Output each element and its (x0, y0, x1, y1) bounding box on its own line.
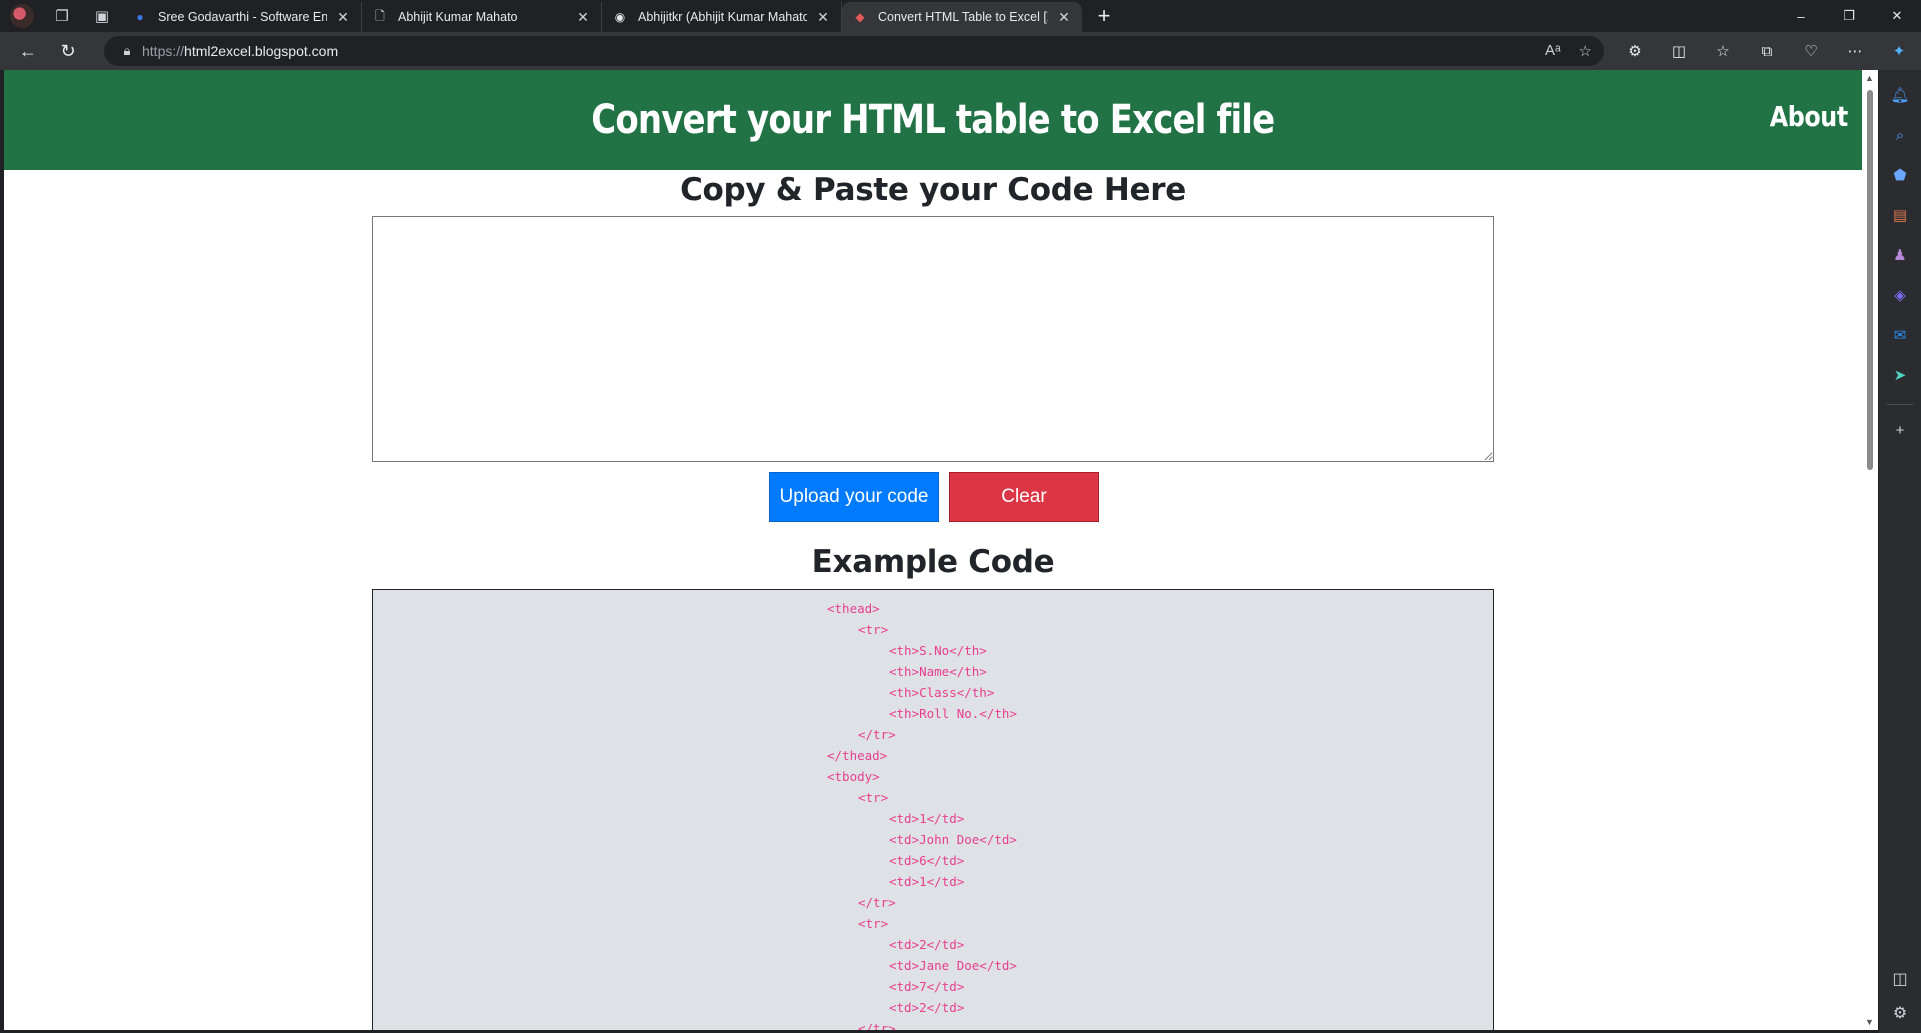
page-viewport: Convert your HTML table to Excel file Ab… (4, 70, 1862, 1030)
sidebar-divider (1887, 404, 1913, 405)
example-code-line: <td>2</td> (889, 1000, 965, 1015)
example-code-line: <td>7</td> (889, 979, 965, 994)
example-code-line: <td>1</td> (889, 811, 965, 826)
circle-blue-icon: ● (136, 10, 144, 24)
example-code-line: <tr> (858, 790, 889, 805)
performance-icon[interactable]: ♡ (1789, 35, 1833, 67)
notification-bell-icon[interactable]: 🔔︎ (1885, 80, 1915, 110)
clear-button[interactable]: Clear (949, 472, 1099, 522)
close-window-icon[interactable]: ✕ (1873, 0, 1921, 32)
tab-title: Convert HTML Table to Excel [Xls (878, 10, 1048, 24)
example-code-line: <td>Jane Doe</td> (889, 958, 1017, 973)
tab-title: Abhijitkr (Abhijit Kumar Mahato) (638, 10, 807, 24)
tab-title: Abhijit Kumar Mahato (398, 10, 518, 24)
window-controls: – ❐ ✕ (1777, 0, 1921, 32)
tab-title: Sree Godavarthi - Software Engi (158, 10, 327, 24)
tab-github-abhijitkr[interactable]: ◉ Abhijitkr (Abhijit Kumar Mahato) ✕ (602, 2, 842, 32)
tools-briefcase-icon[interactable]: ▤ (1885, 200, 1915, 230)
edge-sidebar: 🔔︎ ⌕ ⬟ ▤ ♟ ◈ ✉ ➤ + ◫ ⚙ (1879, 70, 1921, 1033)
url-host: html2excel.blogspot.com (184, 43, 339, 59)
example-code-line: <tr> (858, 622, 889, 637)
tab-strip: ❐ ▣ ● Sree Godavarthi - Software Engi ✕ … (0, 0, 1921, 32)
copilot-icon[interactable]: ✦ (1877, 35, 1921, 67)
github-icon: ◉ (614, 10, 626, 24)
search-icon[interactable]: ⌕ (1885, 120, 1915, 150)
example-code-line: <td>6</td> (889, 853, 965, 868)
favorites-icon[interactable]: ☆ (1701, 35, 1745, 67)
profile-avatar[interactable] (10, 4, 34, 28)
scroll-up-icon[interactable]: ▲ (1865, 73, 1874, 83)
extensions-icon[interactable]: ⚙ (1613, 35, 1657, 67)
example-heading: Example Code (811, 544, 1055, 580)
site-header: Convert your HTML table to Excel file Ab… (4, 70, 1862, 170)
games-icon[interactable]: ♟ (1885, 240, 1915, 270)
page-icon: 🗋 (375, 8, 385, 23)
page-scrollbar[interactable]: ▲ ▼ (1862, 70, 1878, 1030)
address-bar[interactable]: 🔒︎ https:// html2excel.blogspot.com Aᵃ ☆ (104, 36, 1604, 66)
send-icon[interactable]: ➤ (1885, 360, 1915, 390)
outlook-icon[interactable]: ✉ (1885, 320, 1915, 350)
example-code-line: </tr> (858, 727, 896, 742)
tab-sree-godavarthi[interactable]: ● Sree Godavarthi - Software Engi ✕ (122, 2, 362, 32)
upload-code-button[interactable]: Upload your code (769, 472, 939, 522)
example-code-line: <td>1</td> (889, 874, 965, 889)
url-protocol: https:// (142, 43, 185, 59)
example-code-block: <thead> <tr> <th>S.No</th> <th>Name</th> <th… (372, 589, 1494, 1030)
minimize-icon[interactable]: – (1777, 0, 1825, 32)
lock-icon[interactable]: 🔒︎ (112, 43, 142, 59)
example-code-line: <tr> (858, 916, 889, 931)
settings-gear-icon[interactable]: ⚙ (1893, 1003, 1907, 1023)
tab-convert-html-table[interactable]: ◆ Convert HTML Table to Excel [Xls ✕ (842, 2, 1082, 32)
about-link[interactable]: About (1770, 100, 1848, 133)
close-icon[interactable]: ✕ (575, 9, 591, 26)
restore-icon[interactable]: ❐ (1825, 0, 1873, 32)
read-aloud-icon[interactable]: Aᵃ (1545, 42, 1561, 60)
toolbar-right: ⚙ ◫ ☆ ⧉ ♡ ⋯ ✦ (1613, 35, 1921, 67)
close-icon[interactable]: ✕ (815, 9, 831, 26)
example-code-line: <tbody> (827, 769, 880, 784)
scroll-down-icon[interactable]: ▼ (1865, 1017, 1874, 1027)
close-icon[interactable]: ✕ (1056, 9, 1072, 26)
example-code-line: <td>2</td> (889, 937, 965, 952)
scrollbar-thumb[interactable] (1867, 90, 1873, 470)
split-screen-icon[interactable]: ◫ (1657, 35, 1701, 67)
example-code-line: <th>Roll No.</th> (889, 706, 1017, 721)
close-icon[interactable]: ✕ (335, 9, 351, 26)
tab-abhijit-kumar-mahato[interactable]: 🗋 Abhijit Kumar Mahato ✕ (362, 2, 602, 32)
example-code-line: <th>Name</th> (889, 664, 987, 679)
example-code-line: <td>John Doe</td> (889, 832, 1017, 847)
new-tab-icon[interactable]: + (1090, 3, 1118, 29)
example-code-line: </tr> (858, 895, 896, 910)
refresh-icon[interactable]: ↻ (48, 35, 88, 67)
tab-actions-icon[interactable]: ▣ (82, 0, 122, 32)
example-code-line: </thead> (827, 748, 888, 763)
favorite-star-icon[interactable]: ☆ (1579, 42, 1592, 60)
example-code-line: <th>S.No</th> (889, 643, 987, 658)
add-icon[interactable]: + (1885, 415, 1915, 445)
browser-toolbar: ← ↻ 🔒︎ https:// html2excel.blogspot.com … (0, 32, 1921, 70)
paste-heading: Copy & Paste your Code Here (680, 172, 1186, 208)
microsoft365-icon[interactable]: ◈ (1885, 280, 1915, 310)
site-title: Convert your HTML table to Excel file (591, 97, 1275, 143)
shopping-tag-icon[interactable]: ⬟ (1885, 160, 1915, 190)
more-menu-icon[interactable]: ⋯ (1833, 35, 1877, 67)
sidebar-panel-icon[interactable]: ◫ (1892, 969, 1907, 989)
example-code-line: <th>Class</th> (889, 685, 995, 700)
back-icon[interactable]: ← (8, 35, 48, 67)
example-code-line: <thead> (827, 601, 880, 616)
workspaces-icon[interactable]: ❐ (42, 0, 82, 32)
site-icon: ◆ (855, 10, 865, 24)
code-input-textarea[interactable] (372, 216, 1494, 462)
collections-icon[interactable]: ⧉ (1745, 35, 1789, 67)
example-code-line: </tr> (858, 1021, 896, 1030)
